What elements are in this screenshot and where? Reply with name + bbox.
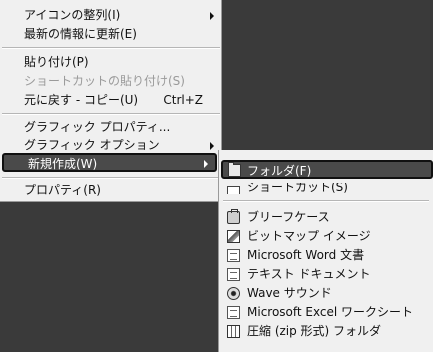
menu-item-paste[interactable]: 貼り付け(P)	[0, 53, 221, 72]
submenu-item-label: フォルダ(F)	[247, 164, 312, 178]
menu-item-undo-copy[interactable]: 元に戻す - コピー(U) Ctrl+Z	[0, 91, 221, 110]
submenu-item-label: ビットマップ イメージ	[247, 229, 371, 243]
submenu-item-label: Microsoft Word 文書	[247, 248, 365, 262]
shortcut-icon	[227, 186, 240, 194]
submenu-item-briefcase[interactable]: ブリーフケース	[219, 208, 433, 227]
menu-separator	[223, 200, 429, 202]
menu-item-label: プロパティ(R)	[24, 183, 101, 197]
bitmap-image-icon	[227, 230, 240, 243]
briefcase-icon	[227, 209, 240, 224]
menu-item-paste-shortcut[interactable]: ショートカットの貼り付け(S)	[0, 72, 221, 91]
menu-separator	[2, 113, 220, 115]
zip-folder-icon	[227, 325, 240, 338]
desktop-context-menu: アイコンの整列(I) 最新の情報に更新(E) 貼り付け(P) ショートカットの貼…	[0, 0, 222, 202]
submenu-item-label: テキスト ドキュメント	[247, 267, 371, 281]
submenu-item-folder[interactable]: フォルダ(F)	[221, 160, 433, 179]
submenu-item-label: Microsoft Excel ワークシート	[247, 305, 414, 319]
menu-item-label: アイコンの整列(I)	[24, 8, 121, 22]
menu-item-label: 元に戻す - コピー(U)	[24, 93, 139, 107]
submenu-arrow-icon	[204, 160, 208, 168]
folder-icon	[228, 162, 241, 177]
submenu-item-text-document[interactable]: テキスト ドキュメント	[219, 265, 433, 284]
submenu-item-shortcut[interactable]: ショートカット(S)	[219, 183, 433, 194]
submenu-item-bitmap-image[interactable]: ビットマップ イメージ	[219, 227, 433, 246]
submenu-item-label: Wave サウンド	[247, 286, 332, 300]
new-submenu: フォルダ(F) ショートカット(S) ブリーフケース ビットマップ イメージ M…	[218, 150, 433, 352]
submenu-arrow-icon	[210, 12, 214, 20]
wave-sound-icon	[227, 287, 240, 300]
word-document-icon	[227, 249, 240, 262]
menu-item-label: 貼り付け(P)	[24, 55, 89, 69]
menu-item-refresh[interactable]: 最新の情報に更新(E)	[0, 25, 221, 44]
menu-item-shortcut-key: Ctrl+Z	[163, 93, 203, 107]
menu-item-label: 新規作成(W)	[28, 157, 98, 171]
submenu-item-label: 圧縮 (zip 形式) フォルダ	[247, 324, 382, 338]
menu-item-label: グラフィック プロパティ...	[24, 120, 171, 134]
menu-separator	[2, 177, 220, 179]
menu-item-label: 最新の情報に更新(E)	[24, 27, 137, 41]
menu-item-label: ショートカットの貼り付け(S)	[24, 74, 185, 88]
menu-item-properties[interactable]: プロパティ(R)	[0, 181, 221, 200]
submenu-item-excel-worksheet[interactable]: Microsoft Excel ワークシート	[219, 303, 433, 322]
submenu-item-zip-folder[interactable]: 圧縮 (zip 形式) フォルダ	[219, 322, 433, 341]
submenu-item-word-document[interactable]: Microsoft Word 文書	[219, 246, 433, 265]
menu-item-new[interactable]: 新規作成(W)	[2, 153, 217, 172]
submenu-item-label: ショートカット(S)	[247, 183, 348, 194]
submenu-item-wave-sound[interactable]: Wave サウンド	[219, 284, 433, 303]
menu-separator	[2, 47, 220, 49]
submenu-item-label: ブリーフケース	[247, 210, 330, 224]
excel-worksheet-icon	[227, 306, 240, 319]
menu-item-arrange-icons[interactable]: アイコンの整列(I)	[0, 6, 221, 25]
submenu-arrow-icon	[210, 142, 214, 150]
text-document-icon	[227, 268, 240, 281]
menu-item-graphics-properties[interactable]: グラフィック プロパティ...	[0, 118, 221, 137]
